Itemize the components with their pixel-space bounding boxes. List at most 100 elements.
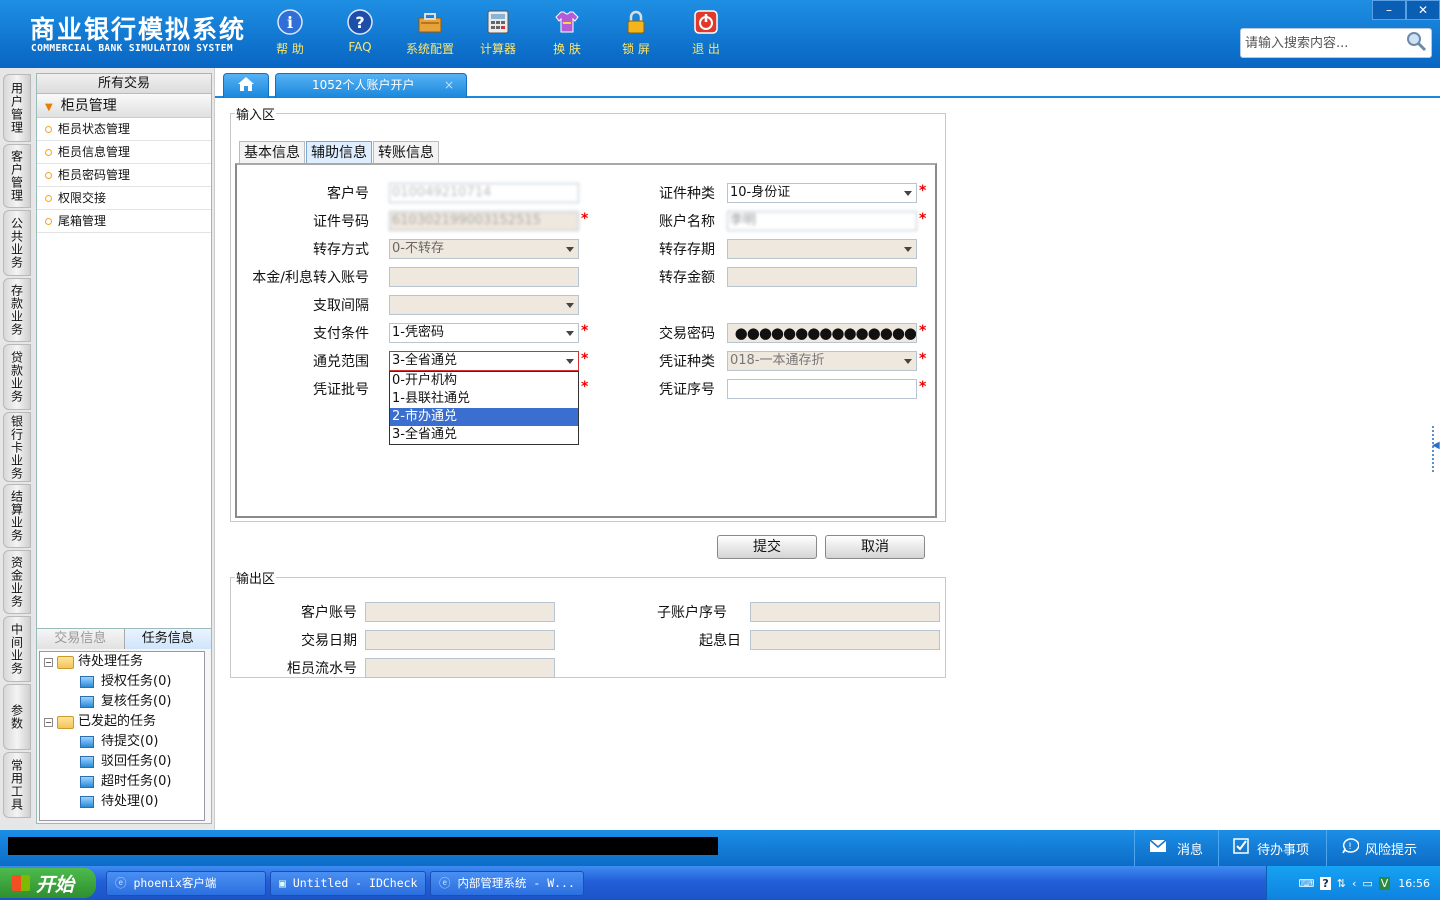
taskbar-item-internal-mgmt[interactable]: ⓔ 内部管理系统 - W... xyxy=(430,871,584,896)
vtab-user-management[interactable]: 用户管理 xyxy=(3,74,31,142)
taskbar-item-idcheck[interactable]: ▣ Untitled - IDCheck xyxy=(270,871,426,896)
trade-date-field xyxy=(365,630,555,650)
calculator-button[interactable]: 计算器 xyxy=(466,8,530,57)
power-icon xyxy=(692,8,720,36)
vtab-public-business[interactable]: 公共业务 xyxy=(3,210,31,276)
transfer-term-label: 转存存期 xyxy=(659,242,715,258)
nav-item-teller-password[interactable]: 柜员密码管理 xyxy=(37,164,211,187)
nav-item-label: 柜员密码管理 xyxy=(58,168,131,182)
submit-button[interactable]: 提交 xyxy=(717,535,817,559)
tab-transfer-info[interactable]: 转账信息 xyxy=(373,141,439,163)
toolbox-icon xyxy=(416,8,444,36)
interest-account-field[interactable] xyxy=(389,267,579,287)
caret-down-icon: ▼ xyxy=(45,102,53,113)
voucher-seq-field[interactable] xyxy=(727,379,917,399)
nav-group-teller[interactable]: ▼ 柜员管理 xyxy=(37,94,211,118)
collapse-handle[interactable]: ◀ xyxy=(1432,426,1440,472)
nav-item-permission-handover[interactable]: 权限交接 xyxy=(37,187,211,210)
vtab-intermediary-business[interactable]: 中间业务 xyxy=(3,616,31,682)
pay-condition-label: 支付条件 xyxy=(313,326,369,342)
chevron-icon[interactable]: ‹ xyxy=(1352,877,1356,890)
clock[interactable]: 16:56 xyxy=(1398,877,1430,890)
customer-no-field[interactable]: 010049210714 xyxy=(389,183,579,203)
withdraw-interval-select[interactable] xyxy=(389,295,579,315)
option-city-exchange[interactable]: 2-市办通兑 xyxy=(390,408,578,426)
risk-alert-button[interactable]: ! 风险提示 xyxy=(1326,830,1440,866)
skin-label: 换 肤 xyxy=(553,42,581,56)
account-name-field[interactable]: 李明 xyxy=(727,211,917,231)
tab-account-opening[interactable]: 1052个人账户开户 × xyxy=(275,73,467,98)
taskbar-item-phoenix[interactable]: ⓔ phoenix客户端 xyxy=(106,871,266,896)
vtab-card-business[interactable]: 银行卡业务 xyxy=(3,412,31,482)
nav-item-cash-box[interactable]: 尾箱管理 xyxy=(37,210,211,233)
tab-auxiliary-info[interactable]: 辅助信息 xyxy=(306,141,372,163)
option-account-branch[interactable]: 0-开户机构 xyxy=(390,372,578,390)
task-tree: − 待处理任务 授权任务(0) 复核任务(0) − 已发起的任务 待提交(0) 驳回… xyxy=(39,651,205,821)
vtab-customer-management[interactable]: 客户管理 xyxy=(3,144,31,208)
skin-button[interactable]: 换 肤 xyxy=(535,8,599,57)
tree-label: 待提交(0) xyxy=(101,734,159,749)
sub-account-seq-field xyxy=(750,602,940,622)
minimize-button[interactable]: – xyxy=(1372,0,1406,20)
tree-node-to-process[interactable]: 待处理(0) xyxy=(80,792,158,812)
pay-condition-select[interactable]: 1-凭密码 xyxy=(389,323,579,343)
search-input[interactable] xyxy=(1245,35,1405,51)
customer-account-label: 客户账号 xyxy=(301,605,357,621)
messages-button[interactable]: 消息 xyxy=(1134,830,1214,866)
home-tab[interactable] xyxy=(223,73,269,98)
todo-button[interactable]: 待办事项 xyxy=(1218,830,1326,866)
transfer-term-select[interactable] xyxy=(727,239,917,259)
collapse-icon[interactable]: − xyxy=(44,657,53,667)
start-button[interactable]: 开始 xyxy=(0,868,96,898)
search-icon[interactable] xyxy=(1405,30,1427,56)
close-window-button[interactable]: ✕ xyxy=(1406,0,1440,20)
help-button[interactable]: i 帮 助 xyxy=(258,8,322,57)
cancel-button[interactable]: 取消 xyxy=(825,535,925,559)
option-province-exchange[interactable]: 3-全省通兑 xyxy=(390,426,578,444)
exchange-scope-select[interactable]: 3-全省通兑 xyxy=(389,351,579,371)
exit-button[interactable]: 退 出 xyxy=(674,8,738,57)
lock-screen-button[interactable]: 锁 屏 xyxy=(604,8,668,57)
tree-node-initiated[interactable]: − 已发起的任务 xyxy=(44,712,156,732)
vtab-deposit-business[interactable]: 存款业务 xyxy=(3,278,31,342)
volume-icon[interactable]: V xyxy=(1378,876,1391,890)
transfer-mode-select[interactable]: 0-不转存 xyxy=(389,239,579,259)
help-tray-icon[interactable]: ? xyxy=(1320,876,1331,890)
info-icon: i xyxy=(276,8,304,36)
tree-node-to-submit[interactable]: 待提交(0) xyxy=(80,732,158,752)
trade-password-label: 交易密码 xyxy=(659,326,715,342)
tab-transaction-info[interactable]: 交易信息 xyxy=(37,629,124,649)
vtab-common-tools[interactable]: 常用工具 xyxy=(3,752,31,818)
transfer-amount-field[interactable] xyxy=(727,267,917,287)
vtab-settlement-business[interactable]: 结算业务 xyxy=(3,484,31,548)
sub-account-seq-label: 子账户序号 xyxy=(657,605,727,621)
vtab-parameters[interactable]: 参数 xyxy=(3,684,31,750)
network-icon[interactable]: ⇅ xyxy=(1337,877,1346,890)
tab-title: 1052个人账户开户 xyxy=(312,78,415,92)
tab-basic-info[interactable]: 基本信息 xyxy=(239,141,305,163)
tree-node-pending[interactable]: − 待处理任务 xyxy=(44,652,143,672)
vtab-loan-business[interactable]: 贷款业务 xyxy=(3,344,31,410)
vtab-fund-business[interactable]: 资金业务 xyxy=(3,550,31,614)
id-no-field[interactable]: 610302199003152515 xyxy=(389,211,579,231)
system-config-button[interactable]: 系统配置 xyxy=(398,8,462,57)
tree-node-rejected[interactable]: 驳回任务(0) xyxy=(80,752,171,772)
trade-password-field[interactable]: ●●●●●●●●●●●●●●● xyxy=(727,323,917,343)
voucher-type-select[interactable]: 018-一本通存折 xyxy=(727,351,917,371)
keyboard-icon[interactable]: ⌨ xyxy=(1298,877,1314,890)
option-county-exchange[interactable]: 1-县联社通兑 xyxy=(390,390,578,408)
faq-label: FAQ xyxy=(348,40,372,54)
tree-node-auth-task[interactable]: 授权任务(0) xyxy=(80,672,171,692)
nav-item-teller-status[interactable]: 柜员状态管理 xyxy=(37,118,211,141)
monitor-icon[interactable]: ▭ xyxy=(1362,877,1372,890)
tree-node-timeout[interactable]: 超时任务(0) xyxy=(80,772,171,792)
nav-header[interactable]: 所有交易 xyxy=(37,74,211,94)
tab-close-icon[interactable]: × xyxy=(444,74,454,96)
collapse-icon[interactable]: − xyxy=(44,717,53,727)
exchange-scope-dropdown: 0-开户机构 1-县联社通兑 2-市办通兑 3-全省通兑 xyxy=(389,371,579,445)
faq-button[interactable]: ? FAQ xyxy=(328,8,392,54)
nav-item-teller-info[interactable]: 柜员信息管理 xyxy=(37,141,211,164)
tab-task-info[interactable]: 任务信息 xyxy=(123,629,211,649)
id-type-select[interactable]: 10-身份证 xyxy=(727,183,917,203)
tree-node-review-task[interactable]: 复核任务(0) xyxy=(80,692,171,712)
